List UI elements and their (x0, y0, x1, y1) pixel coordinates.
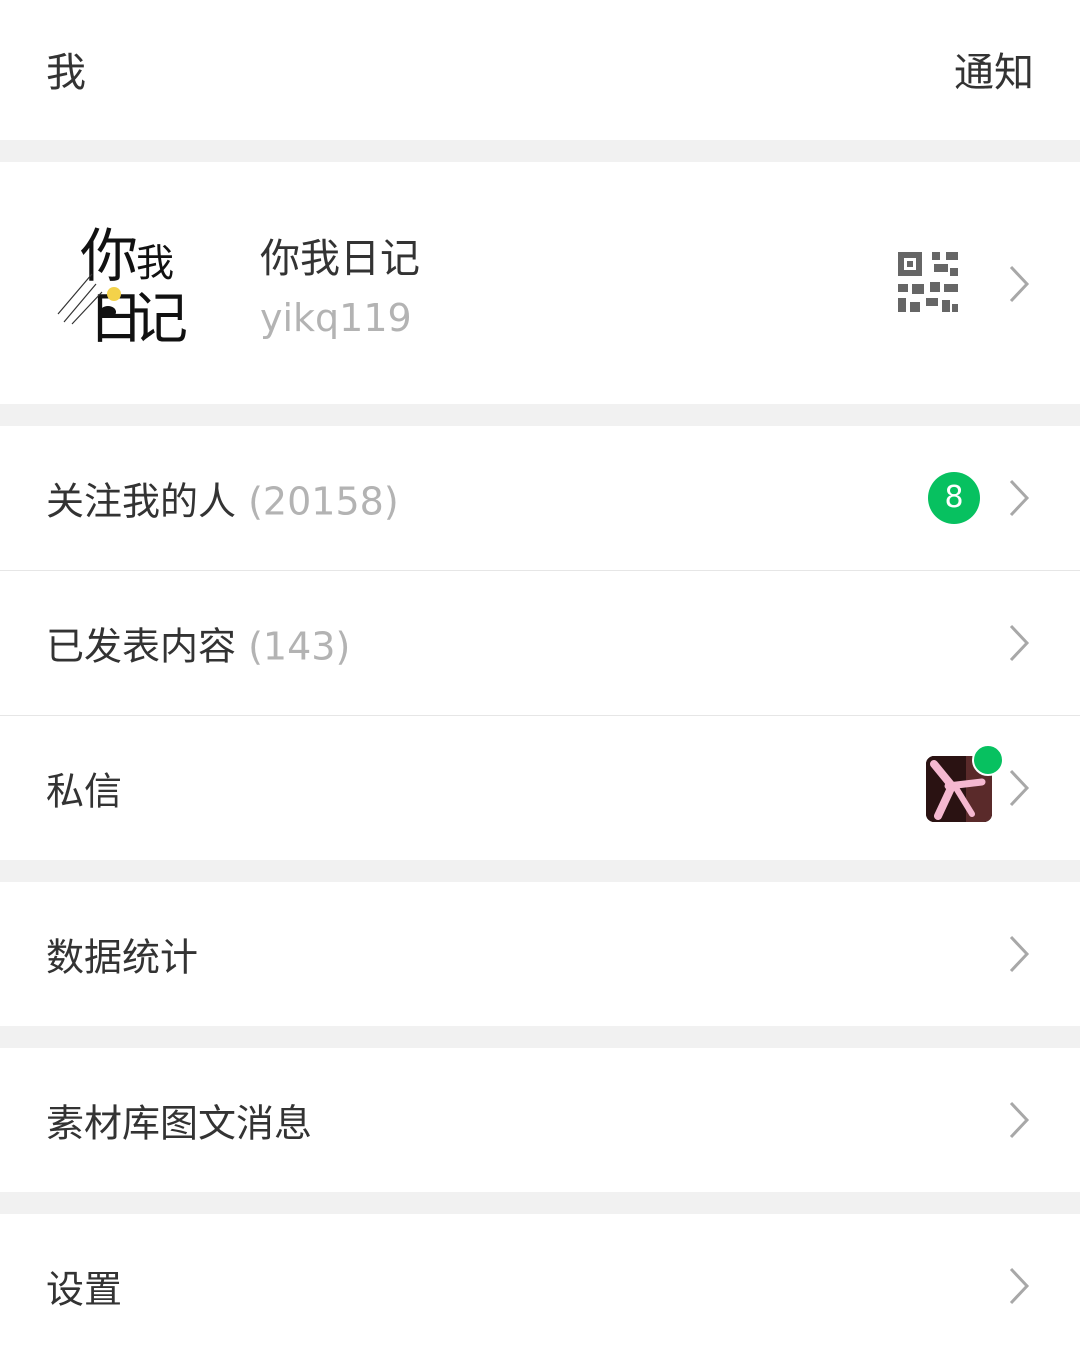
settings-label: 设置 (46, 1267, 123, 1312)
svg-text:记: 记 (132, 287, 188, 352)
materials-section: 素材库图文消息 (0, 1048, 1080, 1192)
chevron-right-icon (1008, 623, 1030, 663)
profile-name: 你我日记 (260, 236, 420, 282)
svg-text:我: 我 (136, 241, 174, 285)
stats-label: 数据统计 (46, 935, 199, 980)
followers-row[interactable]: 关注我的人 (20158) 8 (0, 426, 1080, 570)
chevron-right-icon (1008, 934, 1030, 974)
published-label: 已发表内容 (143) (46, 624, 351, 669)
profile-handle: yikq119 (260, 296, 412, 340)
messages-row[interactable]: 私信 (0, 715, 1080, 860)
materials-label: 素材库图文消息 (46, 1101, 313, 1146)
settings-row[interactable]: 设置 (0, 1214, 1080, 1358)
qr-code-icon[interactable] (896, 250, 960, 314)
avatar: 你 我 日 记 (52, 214, 192, 354)
settings-section: 设置 (0, 1214, 1080, 1358)
new-followers-badge: 8 (928, 472, 980, 524)
stats-section: 数据统计 (0, 882, 1080, 1026)
top-bar: 我 通知 (0, 0, 1080, 140)
messages-label: 私信 (46, 769, 123, 814)
followers-count: (20158) (248, 479, 399, 524)
chevron-right-icon (1008, 1266, 1030, 1306)
page-title: 我 (46, 50, 86, 96)
social-section: 关注我的人 (20158) 8 已发表内容 (143) 私信 (0, 426, 1080, 860)
unread-dot (972, 744, 1004, 776)
svg-text:你: 你 (80, 222, 138, 290)
chevron-right-icon (1008, 768, 1030, 808)
profile-card[interactable]: 你 我 日 记 你我日记 yikq119 (0, 162, 1080, 404)
published-row[interactable]: 已发表内容 (143) (0, 570, 1080, 715)
published-count: (143) (248, 624, 351, 669)
followers-label: 关注我的人 (20158) (46, 479, 399, 524)
notifications-button[interactable]: 通知 (954, 40, 1034, 98)
chevron-right-icon (1008, 264, 1030, 304)
materials-row[interactable]: 素材库图文消息 (0, 1048, 1080, 1192)
stats-row[interactable]: 数据统计 (0, 882, 1080, 1026)
chevron-right-icon (1008, 478, 1030, 518)
chevron-right-icon (1008, 1100, 1030, 1140)
